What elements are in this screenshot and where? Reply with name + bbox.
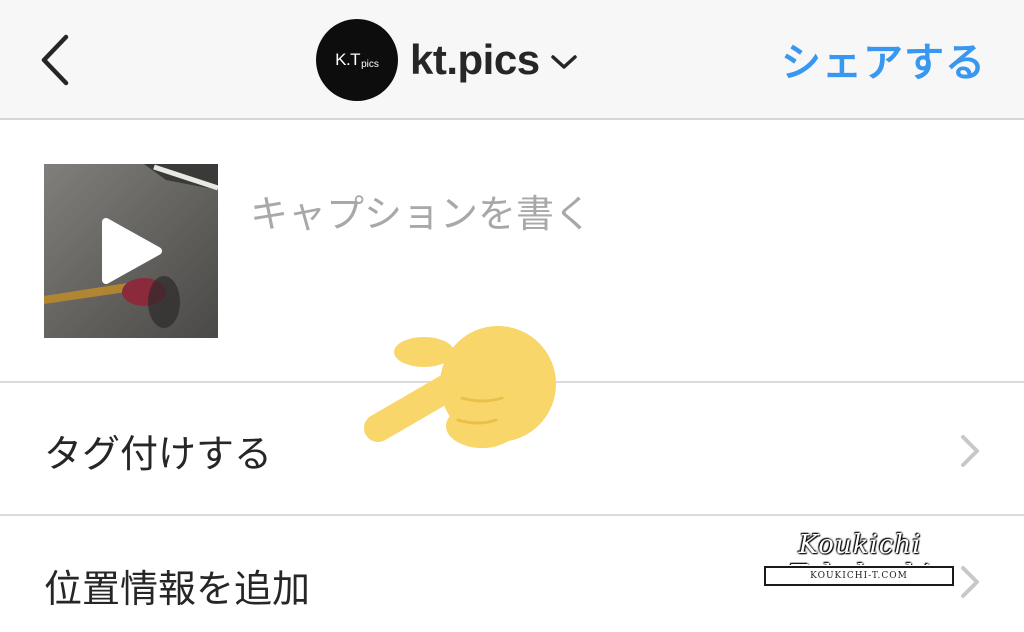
avatar-subtext: pics <box>361 58 379 70</box>
account-name: kt.pics <box>410 36 540 83</box>
chevron-right-icon <box>961 566 979 598</box>
chevron-right-icon <box>961 435 979 467</box>
chevron-down-icon <box>550 55 577 69</box>
pointing-hand-emoji <box>364 326 556 448</box>
tag-people-label: タグ付けする <box>44 432 273 476</box>
top-bar: K.T pics kt.pics シェアする <box>0 0 1024 120</box>
video-thumbnail[interactable] <box>44 164 218 338</box>
share-button[interactable]: シェアする <box>781 30 986 88</box>
account-switcher[interactable]: K.T pics kt.pics <box>316 18 578 102</box>
watermark-site: KOUKICHI-T.COM <box>763 565 955 587</box>
chevron-left-icon <box>41 34 69 86</box>
watermark-logo: Koukichi Takahashi KOUKICHI-T.COM <box>760 530 960 592</box>
avatar-text: K.T <box>335 50 361 69</box>
add-location-label: 位置情報を追加 <box>44 567 311 611</box>
back-button[interactable] <box>28 22 88 92</box>
play-icon <box>102 218 162 284</box>
avatar: K.T pics <box>316 19 398 101</box>
caption-input[interactable] <box>250 186 950 242</box>
